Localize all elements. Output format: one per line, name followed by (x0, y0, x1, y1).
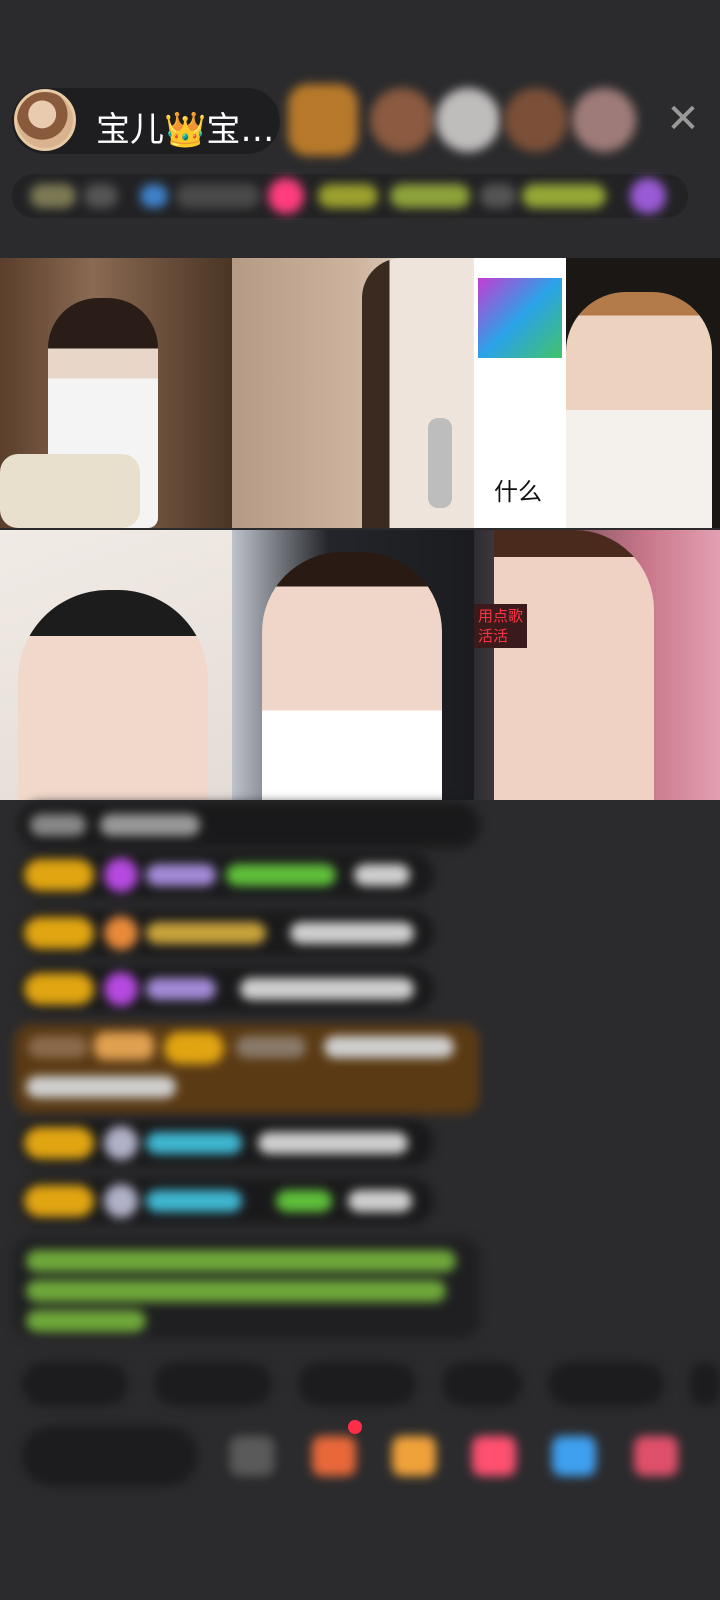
performer-figure (262, 552, 442, 800)
system-notice (14, 1238, 480, 1338)
video-tile-2[interactable] (232, 258, 474, 528)
more-icon[interactable] (634, 1436, 678, 1476)
viewer-avatar-2[interactable] (370, 88, 434, 152)
rank-chip-2[interactable] (84, 184, 118, 208)
gift-icon[interactable] (312, 1436, 356, 1476)
rank-chip-1[interactable] (30, 184, 76, 208)
share-icon[interactable] (552, 1436, 596, 1476)
quick-action-4[interactable] (442, 1362, 522, 1406)
close-icon[interactable]: ✕ (660, 96, 706, 142)
rank-chip-7[interactable] (390, 184, 470, 208)
sign-text: 什么 (494, 478, 542, 506)
chat-message-6[interactable] (18, 1120, 434, 1166)
rank-chip-8[interactable] (480, 184, 516, 208)
chat-message-4[interactable] (18, 966, 434, 1012)
video-tile-4[interactable] (566, 258, 720, 528)
rank-chip-6[interactable] (318, 184, 378, 208)
performer-figure (18, 590, 208, 800)
quick-action-6[interactable] (690, 1362, 720, 1406)
sofa-shape (0, 454, 140, 528)
chat-message-1[interactable] (18, 802, 480, 848)
viewer-avatar-3[interactable] (436, 88, 500, 152)
emoji-icon[interactable] (230, 1436, 274, 1476)
notification-dot (348, 1420, 362, 1434)
viewer-avatar-1[interactable] (288, 84, 358, 156)
performer-figure (566, 292, 712, 528)
rank-chip-3[interactable] (140, 184, 168, 208)
rank-chip-9[interactable] (522, 184, 606, 208)
quick-action-2[interactable] (154, 1362, 272, 1406)
video-tile-3[interactable]: 什么 (474, 258, 566, 528)
host-avatar[interactable] (14, 89, 76, 151)
quick-action-5[interactable] (548, 1362, 664, 1406)
chat-message-7[interactable] (18, 1178, 434, 1224)
video-tile-5[interactable] (0, 530, 232, 800)
quick-action-1[interactable] (22, 1362, 128, 1406)
rank-chip-4[interactable] (176, 184, 260, 208)
quick-action-3[interactable] (298, 1362, 416, 1406)
sticker-cards (478, 278, 562, 358)
game-icon[interactable] (392, 1436, 436, 1476)
viewer-avatar-4[interactable] (504, 88, 568, 152)
video-tile-6[interactable] (232, 530, 474, 800)
song-request-caption: 用点歌 活活 (474, 604, 528, 648)
microphone-shape (428, 418, 452, 508)
chat-message-3[interactable] (18, 910, 434, 956)
viewer-avatar-5[interactable] (572, 88, 636, 152)
video-tile-7[interactable]: 用点歌 活活 (474, 530, 720, 800)
rank-chip-5[interactable] (268, 178, 304, 214)
performer-figure (494, 530, 654, 800)
chat-message-2[interactable] (18, 852, 434, 898)
chat-message-5-highlight[interactable] (14, 1024, 480, 1114)
fan-club-icon[interactable] (472, 1436, 516, 1476)
rank-chip-10[interactable] (630, 178, 666, 214)
host-name[interactable]: 宝儿👑宝… (96, 102, 274, 151)
performer-figure (362, 258, 472, 528)
chat-input[interactable] (22, 1426, 198, 1486)
video-tile-1[interactable] (0, 258, 232, 528)
